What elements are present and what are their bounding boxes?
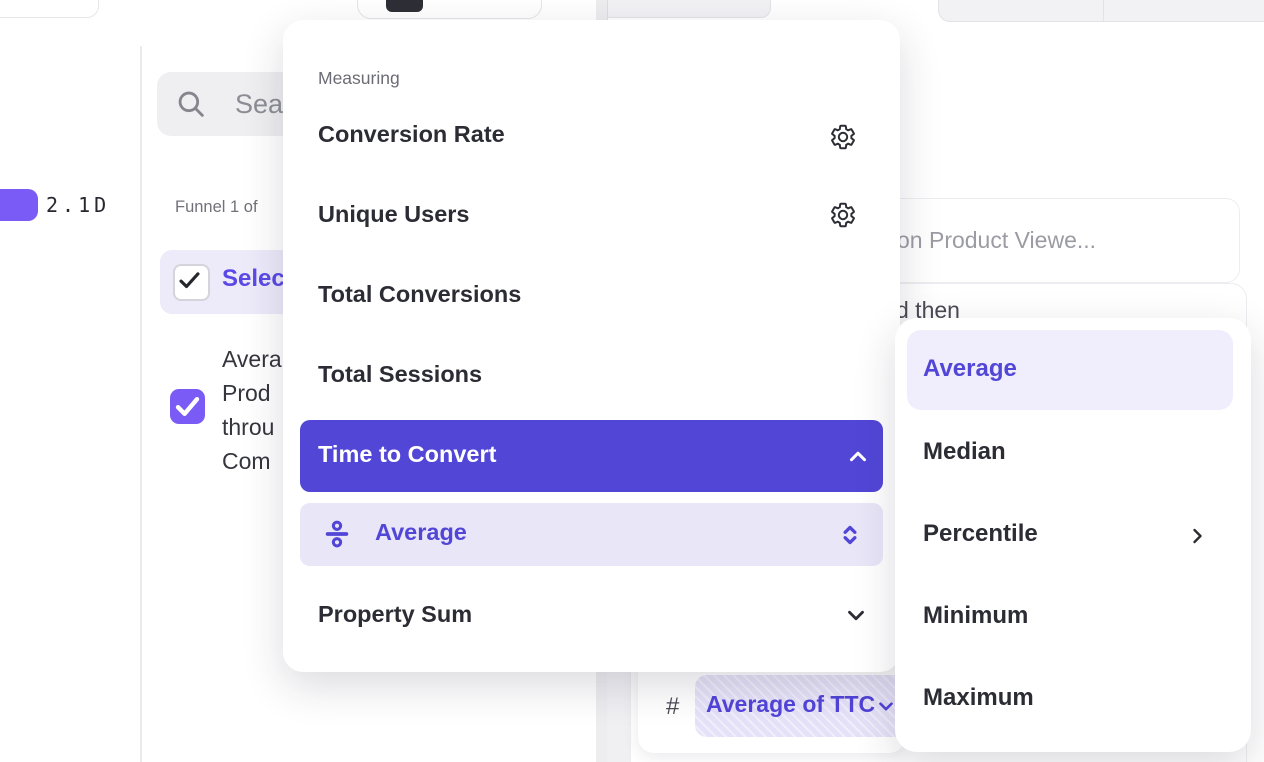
- aggregation-value-label: Average: [375, 519, 467, 546]
- step-checkbox-checked[interactable]: [170, 389, 205, 424]
- checkbox-checked[interactable]: [173, 264, 210, 301]
- step-badge: [0, 189, 38, 221]
- metric-pill-label: Average of TTC: [706, 691, 875, 718]
- chevron-down-icon: [875, 695, 897, 717]
- submenu-item-median[interactable]: Median: [923, 438, 1006, 466]
- menu-item-time-to-convert-selected[interactable]: Time to Convert: [300, 420, 883, 492]
- submenu-item-minimum[interactable]: Minimum: [923, 602, 1028, 630]
- gear-icon[interactable]: [829, 201, 857, 229]
- chart-type-icon: [386, 0, 423, 12]
- menu-item-conversion-rate[interactable]: Conversion Rate: [318, 121, 505, 148]
- numeric-type-symbol: #: [666, 693, 679, 721]
- search-icon: [174, 87, 208, 121]
- time-to-convert-aggregation-row[interactable]: Average: [300, 503, 883, 566]
- submenu-item-percentile[interactable]: Percentile: [923, 520, 1038, 548]
- menu-item-total-conversions[interactable]: Total Conversions: [318, 281, 521, 308]
- chevron-right-icon: [1185, 524, 1209, 548]
- app-screen: 2.1D Sear Funnel 1 of Selec Avera Prod t…: [0, 0, 1264, 762]
- chevron-up-icon: [845, 444, 871, 470]
- submenu-item-maximum[interactable]: Maximum: [923, 684, 1034, 712]
- event-selector-text: on Product Viewe...: [897, 227, 1096, 254]
- background-tab-right[interactable]: [1103, 0, 1264, 22]
- time-to-convert-label: Time to Convert: [318, 441, 496, 468]
- measuring-menu-title: Measuring: [318, 68, 400, 89]
- measuring-menu: Measuring Conversion Rate Unique Users T…: [283, 20, 900, 672]
- top-left-card-corner: [0, 0, 99, 18]
- menu-item-total-sessions[interactable]: Total Sessions: [318, 361, 482, 388]
- background-tab-center[interactable]: [938, 0, 1106, 22]
- submenu-item-average[interactable]: Average: [923, 355, 1017, 383]
- selected-metric-label: Selec: [222, 265, 285, 293]
- gear-icon[interactable]: [829, 123, 857, 151]
- average-divide-icon: [322, 519, 352, 549]
- menu-item-property-sum[interactable]: Property Sum: [318, 601, 472, 628]
- chevron-down-icon[interactable]: [843, 602, 869, 628]
- step-badge-label: 2.1D: [46, 193, 110, 217]
- aggregation-submenu: Average Median Percentile Minimum Maximu…: [895, 318, 1251, 752]
- background-tab-left[interactable]: [601, 0, 771, 18]
- funnel-counter-label: Funnel 1 of: [175, 198, 258, 217]
- step-description: Avera Prod throu Com: [222, 342, 292, 478]
- left-panel-divider: [140, 46, 142, 762]
- up-down-chevron-icon: [837, 522, 863, 548]
- menu-item-unique-users[interactable]: Unique Users: [318, 201, 470, 228]
- metric-pill-dropdown[interactable]: Average of TTC: [695, 675, 907, 737]
- top-toolbar-button[interactable]: [357, 0, 542, 19]
